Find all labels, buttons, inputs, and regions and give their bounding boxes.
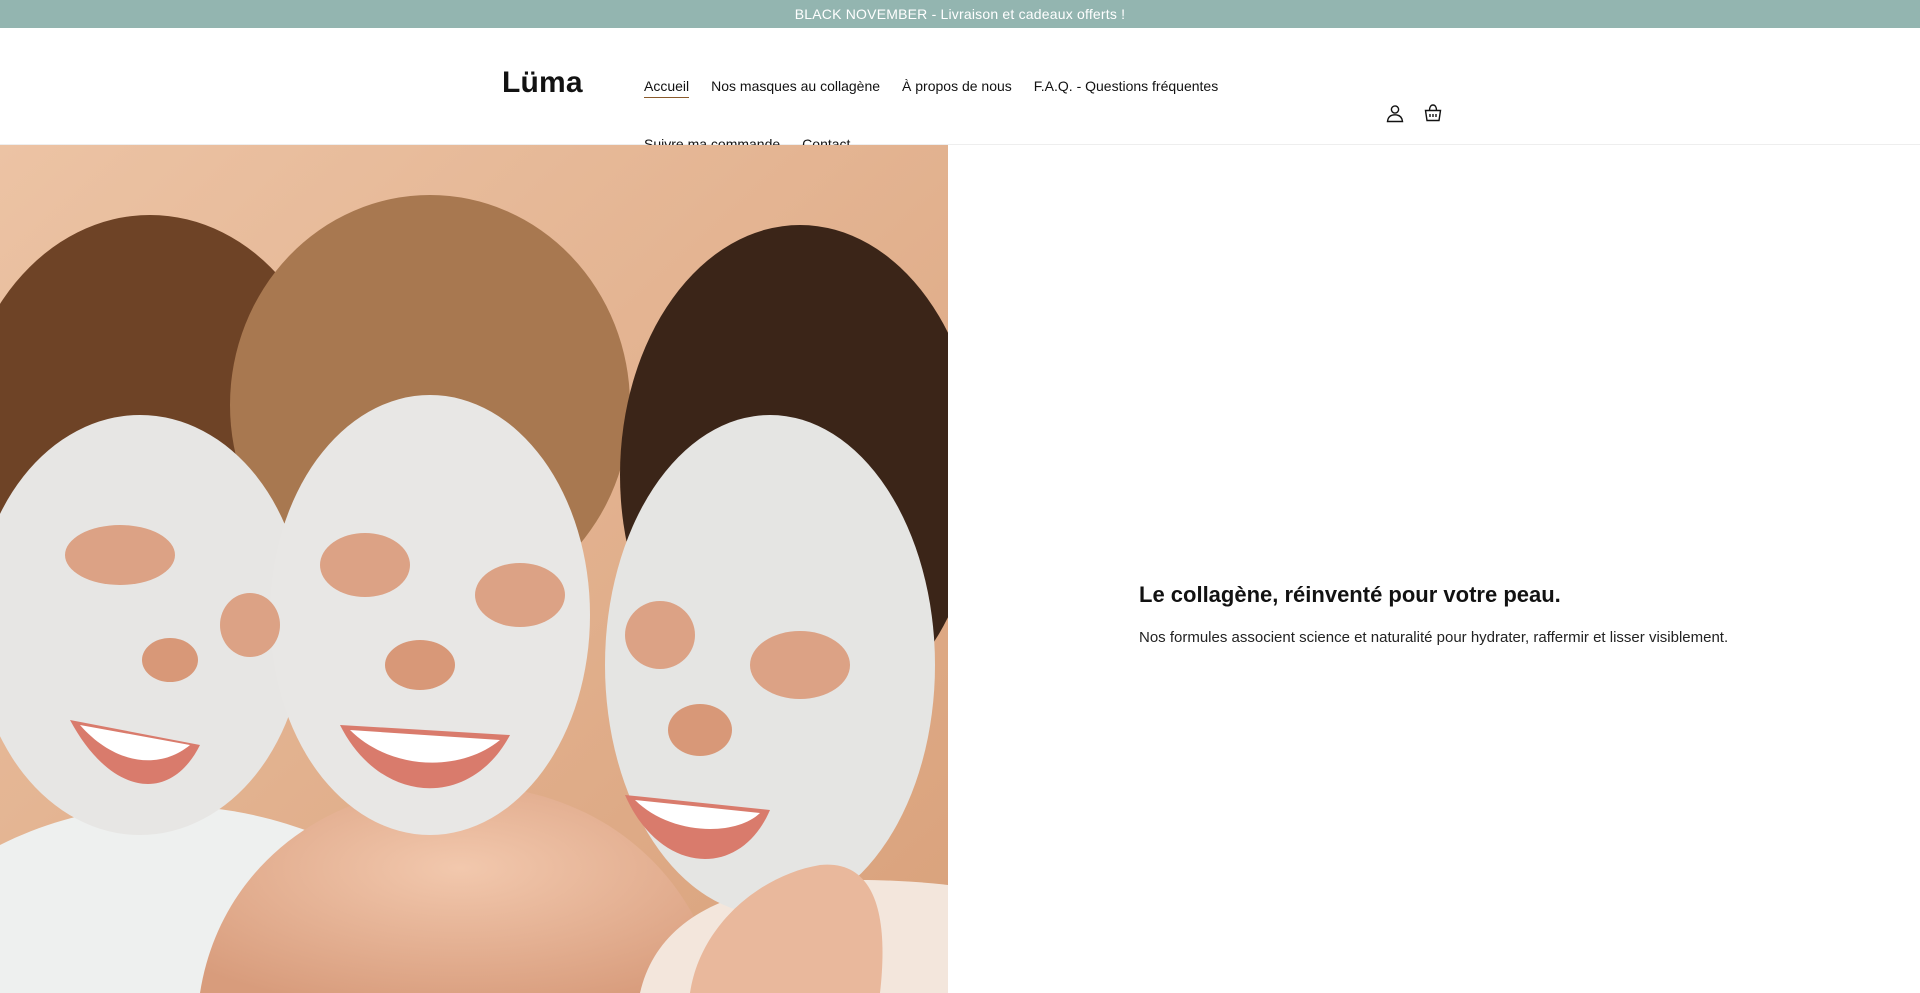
nav-item-accueil[interactable]: Accueil [644,76,690,98]
announcement-bar: BLACK NOVEMBER - Livraison et cadeaux of… [0,0,1920,28]
main-nav: Accueil Nos masques au collagène À propo… [644,76,1244,154]
account-icon[interactable] [1384,102,1406,124]
cart-icon[interactable] [1422,102,1444,124]
hero-subtitle: Nos formules associent science et natura… [1139,629,1729,646]
announcement-text: BLACK NOVEMBER - Livraison et cadeaux of… [794,6,1126,22]
hero-title: Le collagène, réinventé pour votre peau. [1139,582,1561,607]
hero-text-panel: Le collagène, réinventé pour votre peau.… [948,145,1920,993]
nav-item-faq[interactable]: F.A.Q. - Questions fréquentes [1034,76,1218,98]
nav-item-a-propos[interactable]: À propos de nous [902,76,1012,98]
header-icons [1384,102,1444,124]
site-header: Lüma Accueil Nos masques au collagène À … [0,28,1920,152]
site-logo[interactable]: Lüma [502,66,583,100]
hero-image [0,145,948,993]
hero-section: Le collagène, réinventé pour votre peau.… [0,145,1920,993]
nav-item-masques[interactable]: Nos masques au collagène [711,76,880,98]
